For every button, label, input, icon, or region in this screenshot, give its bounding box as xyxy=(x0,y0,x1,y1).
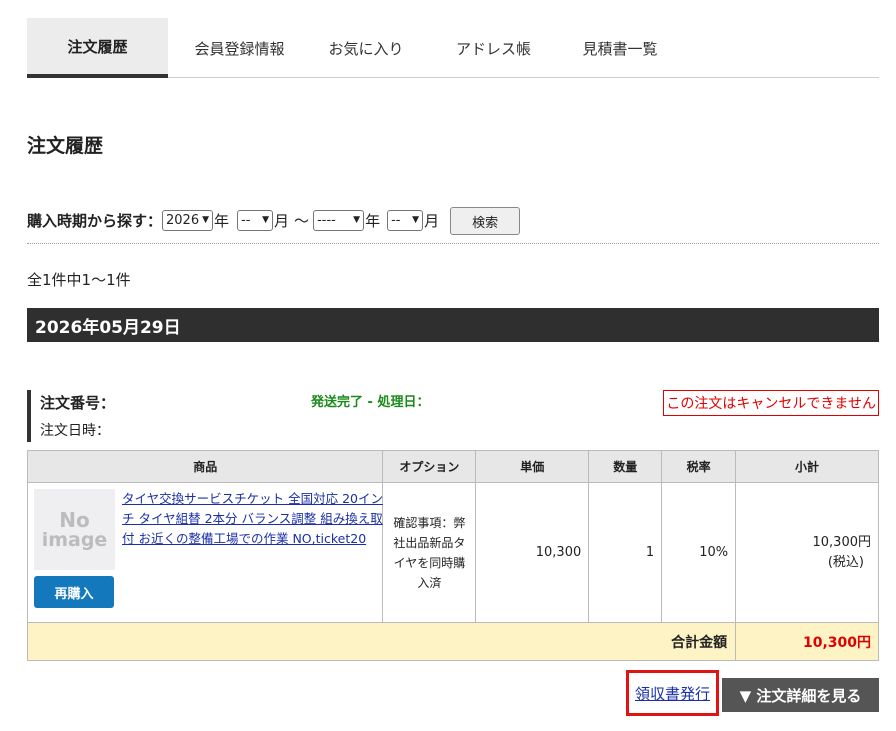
range-separator: 〜 xyxy=(294,212,310,230)
no-image-text-1: No xyxy=(59,507,90,532)
tab-member-info[interactable]: 会員登録情報 xyxy=(168,18,311,78)
month-unit: 月 xyxy=(424,212,440,230)
to-year-select[interactable]: ---- ▼ xyxy=(313,210,365,231)
col-header-tax-rate: 税率 xyxy=(661,450,737,483)
month-unit: 月 xyxy=(274,212,290,230)
tab-favorites[interactable]: お気に入り xyxy=(311,18,421,78)
search-button[interactable]: 検索 xyxy=(450,207,521,235)
table-row: No image 再購入 タイヤ交換サービスチケット 全国対応 20インチ タイ… xyxy=(26,482,879,623)
to-year-value: ---- xyxy=(317,213,336,228)
tab-order-history[interactable]: 注文履歴 xyxy=(27,18,168,78)
col-header-unit-price: 単価 xyxy=(475,450,590,483)
result-count: 全1件中1〜1件 xyxy=(27,271,131,289)
from-month-value: -- xyxy=(241,213,251,228)
col-header-subtotal: 小計 xyxy=(735,450,879,483)
order-number-label: 注文番号： xyxy=(40,394,116,412)
mypage-tabs: 注文履歴 会員登録情報 お気に入り アドレス帳 見積書一覧 xyxy=(27,18,879,78)
col-header-quantity: 数量 xyxy=(588,450,663,483)
order-date-header: 2026年05月29日 xyxy=(27,308,879,342)
to-month-select[interactable]: -- ▼ xyxy=(387,210,424,231)
chevron-down-icon: ▼ xyxy=(353,215,361,225)
product-name-link[interactable]: タイヤ交換サービスチケット 全国対応 20インチ タイヤ組替 2本分 バランス調… xyxy=(122,489,384,549)
cancel-notice: この注文はキャンセルできません xyxy=(663,390,879,416)
year-unit: 年 xyxy=(365,212,381,230)
chevron-down-icon: ▼ xyxy=(202,215,210,225)
total-label: 合計金額 xyxy=(26,622,737,661)
view-order-detail-button[interactable]: ▼ 注文詳細を見る xyxy=(722,678,879,712)
total-row: 合計金額 10,300円 xyxy=(26,622,879,661)
tab-quotes[interactable]: 見積書一覧 xyxy=(566,18,674,78)
purchase-period-search: 購入時期から探す： 2026 ▼ 年 -- ▼ 月 〜 ---- ▼ 年 -- … xyxy=(27,206,879,244)
unit-price-cell: 10,300 xyxy=(475,482,590,623)
total-value: 10,300円 xyxy=(735,622,879,661)
chevron-down-icon: ▼ xyxy=(262,215,270,225)
no-image-placeholder: No image xyxy=(34,489,115,570)
chevron-down-icon: ▼ xyxy=(412,215,420,225)
receipt-highlight: 領収書発行 xyxy=(626,670,719,716)
to-month-value: -- xyxy=(391,213,401,228)
product-cell: No image 再購入 タイヤ交換サービスチケット 全国対応 20インチ タイ… xyxy=(26,482,384,623)
issue-receipt-link[interactable]: 領収書発行 xyxy=(635,683,710,704)
no-image-text-2: image xyxy=(41,528,108,551)
order-items-table: 商品 オプション 単価 数量 税率 小計 No image 再購入 タイヤ交換サ… xyxy=(26,450,879,661)
option-cell: 確認事項：弊社出品新品タイヤを同時購入済 xyxy=(382,482,477,623)
subtotal-value: 10,300円 xyxy=(812,534,872,550)
quantity-cell: 1 xyxy=(588,482,663,623)
order-date-label: 注文日時： xyxy=(40,423,110,439)
year-unit: 年 xyxy=(214,212,230,230)
col-header-product: 商品 xyxy=(26,450,384,483)
shipping-status: 発送完了 - 処理日： xyxy=(311,395,430,410)
col-header-option: オプション xyxy=(382,450,477,483)
tax-rate-cell: 10% xyxy=(661,482,737,623)
from-year-value: 2026 xyxy=(166,213,200,228)
order-header: 注文番号： 注文日時： 発送完了 - 処理日： この注文はキャンセルできません xyxy=(27,390,879,442)
from-month-select[interactable]: -- ▼ xyxy=(237,210,274,231)
reorder-button[interactable]: 再購入 xyxy=(34,576,114,608)
subtotal-cell: 10,300円 (税込) xyxy=(735,482,879,623)
table-header-row: 商品 オプション 単価 数量 税率 小計 xyxy=(26,450,879,483)
search-label: 購入時期から探す： xyxy=(27,212,163,230)
from-year-select[interactable]: 2026 ▼ xyxy=(162,210,214,231)
tab-address-book[interactable]: アドレス帳 xyxy=(421,18,566,78)
page-title: 注文履歴 xyxy=(27,135,104,157)
tax-included-note: (税込) xyxy=(827,554,864,570)
